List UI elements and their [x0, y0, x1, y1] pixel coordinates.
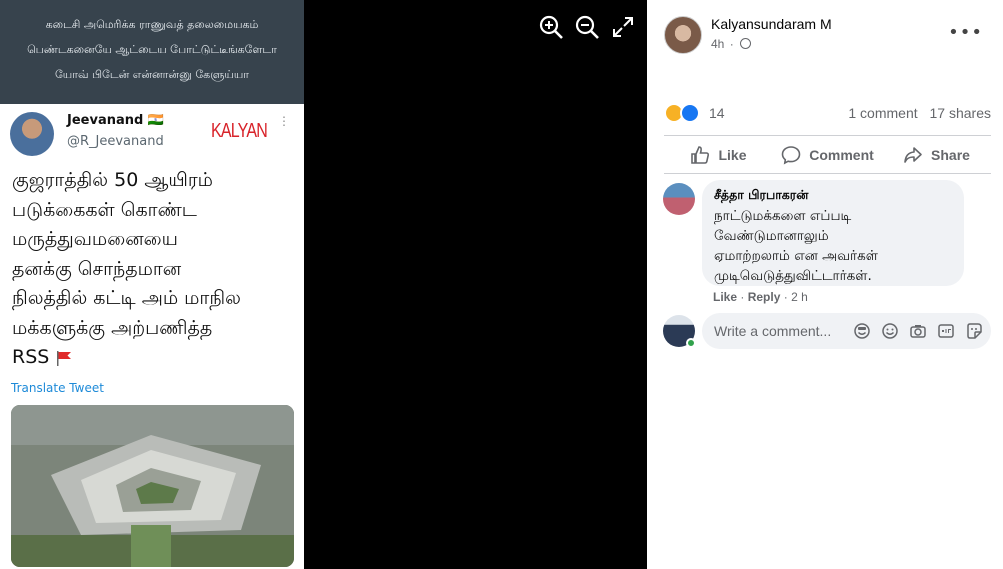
tweet-line: படுக்கைகள் கொண்ட	[12, 198, 197, 221]
share-count[interactable]: 17 shares	[930, 105, 991, 121]
tweet-line-last: RSS	[12, 343, 292, 373]
comment-bubble: சீத்தா பிரபாகரன் நாட்டுமக்களை எப்படி வேண…	[702, 180, 964, 286]
comment-text: நாட்டுமக்களை எப்படி வேண்டுமானாலும் ஏமாற்…	[714, 206, 952, 286]
tweet-text: குஜராத்தில் 50 ஆயிரம் படுக்கைகள் கொண்ட ம…	[0, 158, 304, 373]
tweet-line: தனக்கு சொந்தமான	[12, 257, 182, 280]
comment-line: வேண்டுமானாலும்	[714, 228, 829, 244]
comment-line: நாட்டுமக்களை எப்படி	[714, 208, 852, 224]
tweet-author-name: Jeevanand 🇮🇳	[67, 113, 165, 128]
camera-icon[interactable]	[909, 322, 927, 340]
divider	[664, 135, 991, 136]
online-status-dot	[686, 338, 696, 348]
watermark: KALYAN	[211, 120, 268, 142]
divider	[664, 173, 991, 174]
pentagon-photo	[11, 405, 294, 567]
pentagon-building-illustration	[11, 405, 294, 567]
tweet-header: Jeevanand 🇮🇳 @R_Jeevanand KALYAN ⋮	[0, 108, 304, 158]
comment-meta: Like · Reply · 2 h	[713, 290, 808, 304]
like-reaction-icon	[680, 103, 700, 123]
tweet-more-icon: ⋮	[278, 114, 290, 128]
comment-label: Comment	[809, 147, 874, 163]
sticker-icon[interactable]	[965, 322, 983, 340]
post-stats: 1 comment 17 shares	[840, 105, 991, 121]
share-button[interactable]: Share	[882, 137, 991, 173]
separator: ·	[740, 290, 745, 304]
caption-line: யோவ் பிடேன் என்னான்னு கேளுய்யா	[54, 68, 249, 81]
photo-viewer: கடைசி அமெரிக்க ராணுவத் தலைமையகம் பெண்டகன…	[0, 0, 647, 569]
like-button[interactable]: Like	[664, 137, 773, 173]
share-icon	[904, 147, 922, 163]
tweet-line: RSS	[12, 346, 50, 368]
post-time[interactable]: 4h	[711, 37, 724, 51]
share-label: Share	[931, 147, 970, 163]
fullscreen-icon[interactable]	[612, 16, 634, 38]
thumbs-up-icon	[691, 146, 710, 164]
comment-button[interactable]: Comment	[773, 137, 882, 173]
post-author-avatar[interactable]	[664, 16, 702, 54]
comment-composer[interactable]: Write a comment...	[702, 313, 991, 349]
tweet-line: மக்களுக்கு அற்பணித்த	[12, 316, 213, 339]
comment-line: ஏமாற்றலாம் என அவர்கள்	[714, 248, 878, 264]
more-options-icon[interactable]: •••	[948, 22, 983, 43]
comment-line: முடிவெடுத்துவிட்டார்கள்.	[714, 268, 872, 284]
comment-reply-link[interactable]: Reply	[748, 290, 781, 304]
separator: ·	[783, 290, 788, 304]
gif-icon[interactable]	[937, 322, 955, 340]
caption-line: கடைசி அமெரிக்க ராணுவத் தலைமையகம்	[45, 18, 259, 31]
caption-line: பெண்டகனையே ஆட்டைய போட்டுட்டீங்களேடா	[27, 43, 277, 56]
translate-tweet-link: Translate Tweet	[11, 380, 104, 395]
globe-icon	[740, 38, 752, 49]
post-actions: Like Comment Share	[664, 137, 991, 173]
tweet-author-avatar	[10, 112, 54, 156]
tweet-author-handle: @R_Jeevanand	[67, 134, 164, 149]
comment-like-link[interactable]: Like	[713, 290, 737, 304]
tweet-line: நிலத்தில் கட்டி அம் மாநில	[12, 287, 241, 309]
flag-icon	[57, 350, 72, 366]
zoom-in-icon[interactable]	[538, 14, 564, 40]
commenter-avatar[interactable]	[663, 183, 695, 215]
comment-input[interactable]: Write a comment...	[714, 323, 831, 339]
avatar-sticker-icon[interactable]	[853, 322, 871, 340]
emoji-icon[interactable]	[881, 322, 899, 340]
tweet-line: குஜராத்தில் 50 ஆயிரம்	[12, 169, 213, 191]
post-author-name[interactable]: Kalyansundaram M	[711, 16, 832, 32]
post-sidebar: Kalyansundaram M 4h · ••• 14 1 comment 1…	[647, 0, 1003, 569]
tweet-screenshot-image: கடைசி அமெரிக்க ராணுவத் தலைமையகம் பெண்டகன…	[0, 0, 304, 569]
image-caption: கடைசி அமெரிக்க ராணுவத் தலைமையகம் பெண்டகன…	[0, 0, 304, 104]
comment-icon	[781, 146, 801, 165]
like-label: Like	[718, 147, 747, 163]
zoom-out-icon[interactable]	[574, 14, 600, 40]
comment-time[interactable]: 2 h	[791, 290, 808, 304]
post-timestamp[interactable]: 4h ·	[711, 37, 752, 51]
reaction-count[interactable]: 14	[709, 105, 725, 121]
comment-count[interactable]: 1 comment	[848, 105, 917, 121]
comment-author[interactable]: சீத்தா பிரபாகரன்	[714, 187, 952, 204]
tweet-line: மருத்துவமனையை	[12, 228, 178, 250]
